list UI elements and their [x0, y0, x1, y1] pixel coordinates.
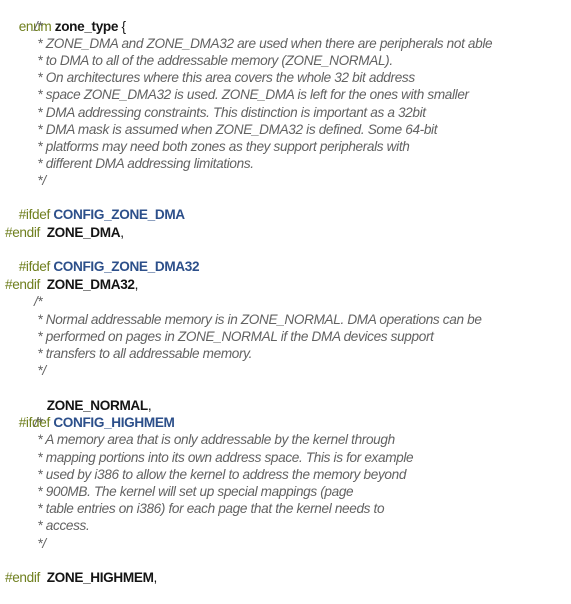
member-zone-highmem: ZONE_HIGHMEM [46, 570, 154, 586]
comment-line: * platforms may need both zones as they … [34, 139, 410, 154]
comment-line: * transfers to all addressable memory. [34, 346, 253, 361]
comment-line: * used by i386 to allow the kernel to ad… [34, 467, 407, 482]
comment-line: * Normal addressable memory is in ZONE_N… [34, 312, 482, 327]
comment-line: * table entries on i386) for each page t… [34, 501, 385, 516]
enum-name: zone_type [54, 19, 119, 35]
comma: , [120, 225, 124, 241]
comment-line: * to DMA to all of the addressable memor… [34, 53, 393, 68]
enum-declaration: enum zone_type { [5, 1, 126, 34]
comment-line: */ [34, 536, 46, 551]
comment-line: * mapping portions into its own address … [34, 450, 414, 465]
member-zone-dma: ZONE_DMA [46, 225, 121, 241]
comment-line: * performed on pages in ZONE_NORMAL if t… [34, 329, 434, 344]
member-zone-dma32: ZONE_DMA32 [46, 277, 135, 293]
ifdef-directive: #ifdef CONFIG_ZONE_DMA [5, 189, 185, 222]
ifdef-directive: #ifdef CONFIG_ZONE_DMA32 [5, 241, 200, 274]
enum-member: ZONE_HIGHMEM, [33, 552, 158, 585]
comma: , [153, 570, 158, 586]
enum-member: ZONE_DMA32, [33, 259, 139, 292]
code-listing: enum zone_type { /* * ZONE_DMA and ZONE_… [0, 0, 571, 589]
comment-line: * access. [34, 518, 90, 533]
comment-line: * ZONE_DMA and ZONE_DMA32 are used when … [34, 36, 493, 51]
comment-line: * On architectures where this area cover… [34, 70, 415, 85]
enum-member: ZONE_NORMAL, [33, 380, 152, 413]
endif-directive: #endif [5, 277, 40, 292]
endif-directive: #endif [5, 225, 40, 240]
endif-directive: #endif [5, 570, 40, 585]
comment-line: */ [34, 173, 46, 188]
config-highmem: CONFIG_HIGHMEM [53, 415, 175, 431]
comment-line: * different DMA addressing limitations. [34, 156, 254, 171]
comma: , [134, 277, 139, 293]
comment-line: * A memory area that is only addressable… [34, 432, 395, 447]
comment-line: /* [34, 294, 43, 309]
comment-line: * 900MB. The kernel will set up special … [34, 484, 354, 499]
ifdef-directive: #ifdef CONFIG_HIGHMEM [5, 397, 175, 430]
comment-line: /* [34, 415, 43, 430]
comment-line: * DMA addressing constraints. This disti… [34, 105, 426, 120]
open-brace: { [121, 19, 127, 35]
comment-line: */ [34, 363, 46, 378]
comment-line: * space ZONE_DMA32 is used. ZONE_DMA is … [34, 87, 469, 102]
comment-line: /* [34, 19, 43, 34]
comment-line: * DMA mask is assumed when ZONE_DMA32 is… [34, 122, 438, 137]
enum-member: ZONE_DMA, [33, 207, 124, 240]
